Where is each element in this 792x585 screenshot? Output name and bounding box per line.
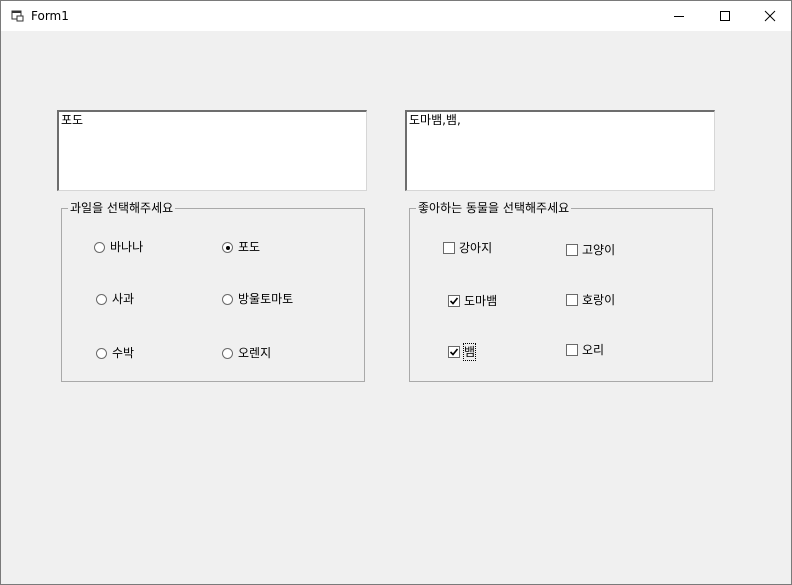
close-button[interactable]	[747, 1, 792, 31]
fruit-textbox[interactable]: 포도	[57, 110, 367, 191]
title-bar[interactable]: Form1	[1, 1, 791, 31]
radio-button-icon[interactable]	[94, 242, 105, 253]
radio-button-icon[interactable]	[222, 348, 233, 359]
minimize-icon	[674, 16, 684, 17]
checkbox-label: 호랑이	[582, 293, 616, 307]
animal-textbox[interactable]: 도마뱀,뱀,	[405, 110, 715, 191]
radio-label: 포도	[238, 240, 261, 254]
radio-button-selected-icon[interactable]	[222, 242, 233, 253]
radio-button-icon[interactable]	[96, 348, 107, 359]
form-window: Form1 포도 도마뱀,뱀, 과일을 선택해주세요 바나나 포도 사과 방울토…	[0, 0, 792, 585]
radio-label: 오렌지	[238, 346, 272, 360]
checkbox-label: 고양이	[582, 243, 616, 257]
checkbox-label-focused: 뱀	[462, 343, 477, 361]
checkbox-icon[interactable]	[566, 294, 578, 306]
checkbox-checked-icon[interactable]	[448, 295, 460, 307]
window-title: Form1	[31, 9, 69, 23]
fruit-groupbox: 과일을 선택해주세요 바나나 포도 사과 방울토마토 수박 오렌지	[61, 201, 365, 382]
vb-form-icon[interactable]	[11, 9, 25, 23]
checkbox-icon[interactable]	[443, 242, 455, 254]
checkbox-label: 오리	[582, 343, 605, 357]
radio-label: 사과	[112, 292, 135, 306]
animal-groupbox: 좋아하는 동물을 선택해주세요 강아지 고양이 도마뱀 호랑이 뱀 오리	[409, 201, 713, 382]
radio-button-icon[interactable]	[96, 294, 107, 305]
minimize-button[interactable]	[656, 1, 702, 31]
checkbox-checked-icon[interactable]	[448, 346, 460, 358]
checkbox-icon[interactable]	[566, 244, 578, 256]
radio-label: 수박	[112, 346, 135, 360]
checkmark-icon	[449, 297, 459, 305]
maximize-icon	[720, 11, 730, 21]
animal-group-title: 좋아하는 동물을 선택해주세요	[416, 201, 572, 215]
radio-label: 바나나	[110, 240, 144, 254]
radio-label: 방울토마토	[238, 292, 294, 306]
close-icon	[764, 10, 776, 22]
radio-button-icon[interactable]	[222, 294, 233, 305]
maximize-button[interactable]	[702, 1, 748, 31]
checkmark-icon	[449, 348, 459, 356]
checkbox-label: 도마뱀	[464, 294, 498, 308]
fruit-group-title: 과일을 선택해주세요	[68, 201, 176, 215]
checkbox-icon[interactable]	[566, 344, 578, 356]
checkbox-label: 강아지	[459, 241, 493, 255]
